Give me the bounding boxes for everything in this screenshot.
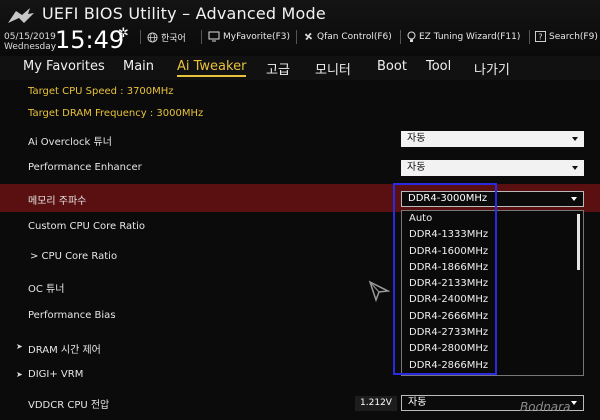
- myfavorite-button[interactable]: MyFavorite(F3): [208, 31, 290, 42]
- ez-tuning-label: EZ Tuning Wizard(F11): [419, 32, 521, 42]
- target-dram-frequency: Target DRAM Frequency : 3000MHz: [28, 108, 204, 119]
- ez-tuning-button[interactable]: EZ Tuning Wizard(F11): [407, 31, 520, 43]
- tab-boot[interactable]: Boot: [377, 59, 407, 74]
- tab-my-favorites[interactable]: My Favorites: [23, 59, 105, 74]
- setting-label: 메모리 주파수: [28, 196, 87, 207]
- date-text: 05/15/2019: [4, 32, 56, 42]
- expand-arrow-icon: ➤: [16, 370, 23, 379]
- setting-label: Ai Overclock 튜너: [28, 137, 112, 148]
- search-icon: ?: [535, 31, 546, 42]
- top-bar: UEFI BIOS Utility – Advanced Mode 05/15/…: [0, 0, 600, 56]
- language-label: 한국어: [161, 34, 186, 44]
- bulb-icon: [407, 31, 416, 42]
- divider: [201, 30, 202, 44]
- setting-label: Performance Enhancer: [28, 162, 142, 173]
- setting-label: DIGI+ VRM: [28, 369, 84, 380]
- watermark: Bodnara: [520, 400, 571, 414]
- divider: [529, 30, 530, 44]
- tab-monitor[interactable]: 모니터: [315, 59, 351, 78]
- chevron-down-icon: [571, 197, 577, 201]
- qfan-label: Qfan Control(F6): [317, 31, 392, 42]
- tab-ai-tweaker[interactable]: Ai Tweaker: [177, 59, 247, 77]
- performance-enhancer-select[interactable]: 자동: [401, 160, 584, 176]
- dropdown-scrollbar[interactable]: [577, 214, 580, 270]
- setting-row-performance-enhancer[interactable]: Performance Enhancer 자동: [0, 154, 600, 182]
- gear-icon[interactable]: ✲: [118, 26, 129, 41]
- tab-main[interactable]: Main: [123, 59, 154, 74]
- setting-label: DRAM 시간 제어: [28, 345, 101, 356]
- setting-label: OC 튜너: [28, 284, 65, 295]
- tab-tool[interactable]: Tool: [426, 59, 451, 74]
- tab-advanced[interactable]: 고급: [266, 59, 290, 78]
- target-cpu-speed: Target CPU Speed : 3700MHz: [28, 86, 174, 97]
- search-label: Search(F9): [549, 31, 598, 42]
- annotation-highlight-box: [393, 183, 497, 375]
- svg-text:?: ?: [538, 32, 542, 42]
- select-value: 자동: [407, 133, 426, 144]
- favorite-icon: [208, 31, 220, 42]
- tab-exit[interactable]: 나가기: [474, 59, 510, 78]
- menu-bar: My Favorites Main Ai Tweaker 고급 모니터 Boot…: [0, 56, 600, 81]
- divider: [400, 30, 401, 44]
- search-button[interactable]: ? Search(F9): [535, 31, 598, 42]
- divider: [140, 30, 141, 44]
- globe-icon: [147, 32, 158, 43]
- divider: [296, 30, 297, 44]
- voltage-readout: 1.212V: [355, 396, 397, 411]
- clock-display: 15:49: [55, 26, 125, 54]
- expand-arrow-icon: ➤: [16, 342, 23, 351]
- setting-label: Custom CPU Core Ratio: [28, 221, 145, 232]
- setting-label: > CPU Core Ratio: [30, 251, 118, 262]
- select-value: 자동: [407, 162, 426, 173]
- setting-label: VDDCR CPU 전압: [28, 400, 110, 411]
- select-value: 자동: [408, 397, 427, 408]
- setting-label: Performance Bias: [28, 310, 116, 321]
- language-button[interactable]: 한국어: [147, 31, 186, 44]
- setting-row-vddcr-cpu-voltage[interactable]: VDDCR CPU 전압 자동: [0, 388, 600, 416]
- weekday-text: Wednesday: [4, 42, 57, 52]
- chevron-down-icon: [571, 401, 577, 405]
- date-display: 05/15/2019 Wednesday: [4, 32, 56, 52]
- myfavorite-label: MyFavorite(F3): [223, 31, 290, 42]
- ai-overclock-select[interactable]: 자동: [401, 131, 584, 147]
- fan-icon: [305, 33, 312, 40]
- mouse-cursor-icon: [368, 280, 390, 302]
- setting-row-ai-overclock[interactable]: Ai Overclock 튜너 자동: [0, 125, 600, 153]
- window-title: UEFI BIOS Utility – Advanced Mode: [42, 4, 326, 23]
- qfan-button[interactable]: Qfan Control(F6): [303, 31, 392, 42]
- chevron-down-icon: [572, 137, 578, 141]
- rog-logo-icon: [8, 8, 34, 23]
- setting-row-memory-frequency[interactable]: 메모리 주파수 DDR4-3000MHz: [0, 184, 600, 212]
- chevron-down-icon: [572, 166, 578, 170]
